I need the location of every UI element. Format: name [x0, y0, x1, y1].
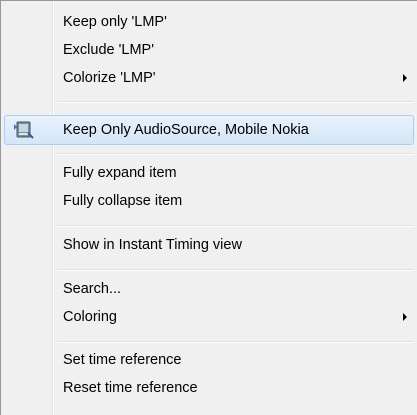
menu-item-keep-only[interactable]: Keep only 'LMP'	[4, 7, 414, 37]
menu-item-colorize[interactable]: Colorize 'LMP'	[4, 63, 414, 93]
menu-separator	[57, 225, 413, 227]
menu-item-exclude[interactable]: Exclude 'LMP'	[4, 35, 414, 65]
menu-item-search[interactable]: Search...	[4, 274, 414, 304]
menu-item-label: Keep Only AudioSource, Mobile Nokia	[63, 122, 309, 138]
menu-item-keep-only-audiosource[interactable]: Keep Only AudioSource, Mobile Nokia	[4, 115, 414, 145]
menu-item-label: Exclude 'LMP'	[63, 42, 154, 58]
menu-item-label: Colorize 'LMP'	[63, 70, 156, 86]
menu-item-fully-collapse[interactable]: Fully collapse item	[4, 186, 414, 216]
menu-separator	[57, 269, 413, 271]
menu-item-label: Set time reference	[63, 352, 182, 368]
menu-separator	[57, 101, 413, 103]
submenu-arrow-icon	[403, 74, 407, 82]
menu-separator	[57, 341, 413, 343]
menu-item-coloring[interactable]: Coloring	[4, 302, 414, 332]
menu-item-label: Show in Instant Timing view	[63, 237, 242, 253]
menu-item-label: Fully expand item	[63, 165, 177, 181]
context-menu: Keep only 'LMP' Exclude 'LMP' Colorize '…	[0, 0, 417, 415]
menu-item-label: Fully collapse item	[63, 193, 183, 209]
menu-item-fully-expand[interactable]: Fully expand item	[4, 158, 414, 188]
menu-item-reset-time-reference[interactable]: Reset time reference	[4, 373, 414, 403]
filter-keep-icon	[14, 121, 34, 139]
submenu-arrow-icon	[403, 313, 407, 321]
menu-item-label: Reset time reference	[63, 380, 198, 396]
menu-item-set-time-reference[interactable]: Set time reference	[4, 345, 414, 375]
menu-item-label: Keep only 'LMP'	[63, 14, 167, 30]
menu-separator	[57, 153, 413, 155]
menu-item-label: Search...	[63, 281, 122, 297]
menu-item-label: Coloring	[63, 309, 117, 325]
menu-item-show-instant-timing[interactable]: Show in Instant Timing view	[4, 230, 414, 260]
